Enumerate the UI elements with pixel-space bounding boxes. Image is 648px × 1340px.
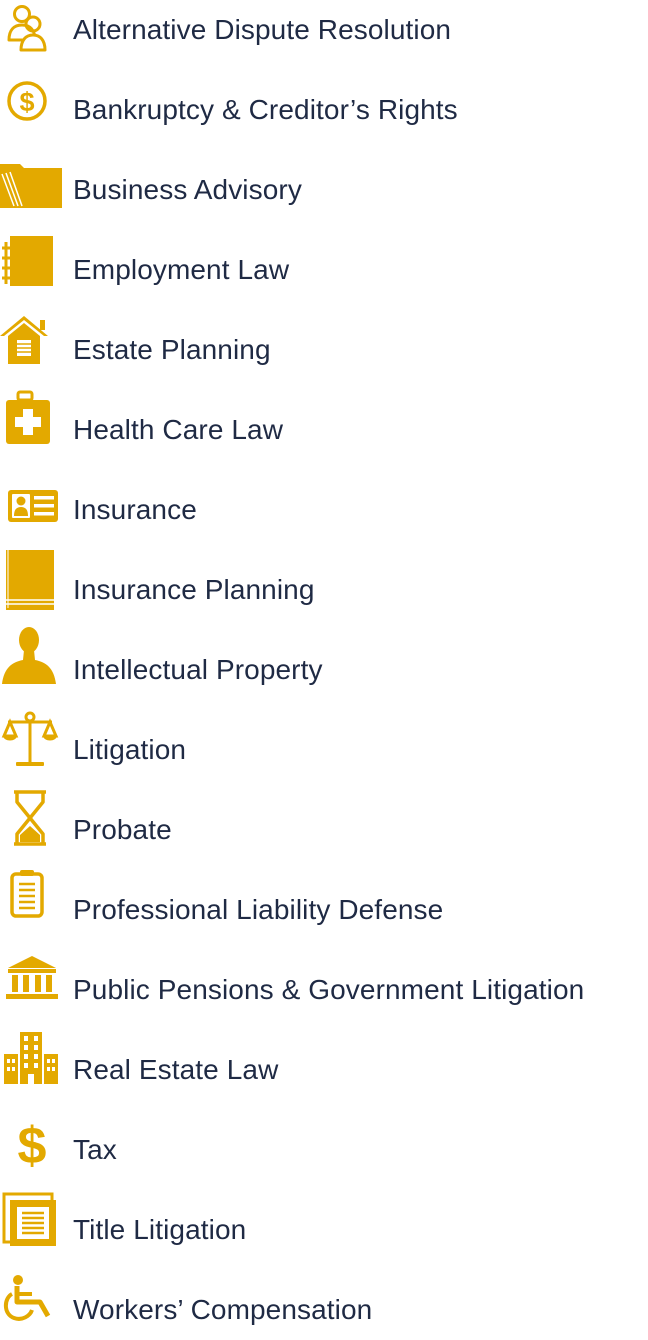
practice-area-business-advisory[interactable]: Business Advisory [0,160,648,220]
svg-text:$: $ [19,87,34,117]
practice-area-label: Estate Planning [73,334,271,365]
dollar-circle-icon: $ [0,80,66,140]
id-card-icon [0,480,66,540]
practice-area-label: Probate [73,814,172,845]
practice-area-estate-planning[interactable]: Estate Planning [0,316,648,380]
svg-text:$: $ [18,1117,47,1175]
practice-area-tax[interactable]: $ Tax [0,1117,648,1180]
dollar-sign-icon: $ [0,1117,66,1180]
practice-area-health-care-law[interactable]: Health Care Law [0,390,648,460]
people-icon [0,0,66,60]
folder-icon [0,160,66,220]
practice-area-professional-liability-defense[interactable]: Professional Liability Defense [0,870,648,940]
book-icon [0,550,66,620]
wheelchair-icon [0,1275,66,1340]
scales-icon [0,711,66,780]
documents-icon [0,1192,66,1260]
practice-area-label: Intellectual Property [73,654,323,685]
practice-area-label: Professional Liability Defense [73,894,444,925]
hourglass-icon [0,790,66,860]
practice-area-bankruptcy[interactable]: $ Bankruptcy & Creditor’s Rights [0,80,648,140]
government-building-icon [0,956,66,1020]
practice-area-label: Insurance Planning [73,574,315,605]
practice-area-workers-compensation[interactable]: Workers’ Compensation [0,1275,648,1328]
practice-area-insurance-planning[interactable]: Insurance Planning [0,550,648,620]
house-icon [0,316,66,380]
practice-area-label: Insurance [73,494,197,525]
buildings-icon [0,1032,66,1100]
practice-area-real-estate-law[interactable]: Real Estate Law [0,1032,648,1100]
practice-area-litigation[interactable]: Litigation [0,711,648,780]
practice-area-label: Title Litigation [73,1214,247,1245]
practice-area-title-litigation[interactable]: Title Litigation [0,1192,648,1260]
practice-area-label: Alternative Dispute Resolution [73,14,452,45]
practice-area-label: Bankruptcy & Creditor’s Rights [73,94,458,125]
practice-area-label: Tax [73,1134,117,1165]
practice-area-probate[interactable]: Probate [0,790,648,860]
practice-area-label: Real Estate Law [73,1054,279,1085]
medical-kit-icon [0,390,66,460]
practice-area-label: Public Pensions & Government Litigation [73,974,585,1005]
practice-area-label: Business Advisory [73,174,302,205]
practice-area-employment-law[interactable]: Employment Law [0,236,648,300]
clipboard-icon [0,870,66,940]
practice-area-label: Litigation [73,734,187,765]
practice-area-alternative-dispute-resolution[interactable]: Alternative Dispute Resolution [0,0,648,60]
person-icon [0,627,66,700]
practice-area-label: Health Care Law [73,414,284,445]
notebook-icon [0,236,66,300]
practice-area-intellectual-property[interactable]: Intellectual Property [0,627,648,700]
practice-area-public-pensions[interactable]: Public Pensions & Government Litigation [0,956,648,1020]
practice-area-insurance[interactable]: Insurance [0,480,648,540]
practice-area-label: Workers’ Compensation [73,1294,373,1325]
practice-area-label: Employment Law [73,254,290,285]
